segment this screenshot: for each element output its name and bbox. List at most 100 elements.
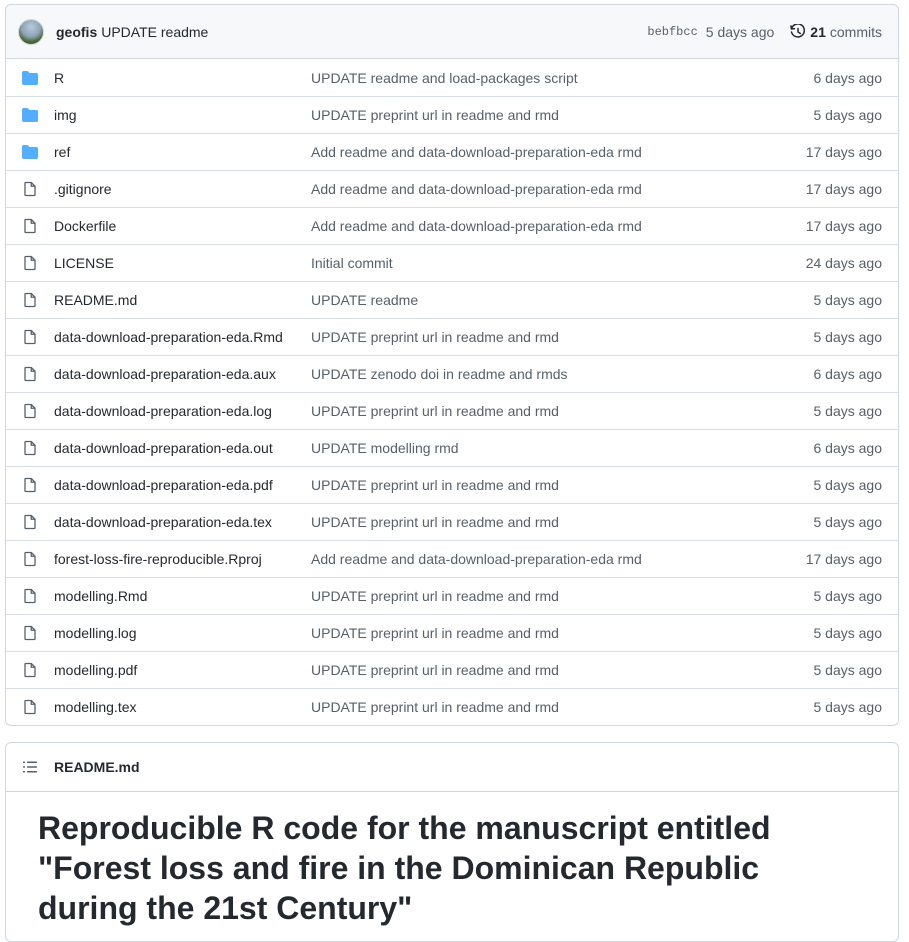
file-browser: geofis UPDATE readme bebfbcc 5 days ago … bbox=[5, 4, 899, 726]
file-icon bbox=[22, 181, 38, 197]
file-row[interactable]: modelling.Rmd UPDATE preprint url in read… bbox=[6, 577, 898, 614]
file-row[interactable]: modelling.tex UPDATE preprint url in read… bbox=[6, 688, 898, 725]
file-commit-message-link[interactable]: UPDATE preprint url in readme and rmd bbox=[311, 588, 814, 604]
file-row[interactable]: README.md UPDATE readme 5 days ago bbox=[6, 281, 898, 318]
file-icon bbox=[22, 218, 38, 234]
file-commit-message-link[interactable]: UPDATE readme bbox=[311, 292, 814, 308]
file-commit-age: 17 days ago bbox=[805, 144, 882, 160]
file-icon bbox=[22, 514, 38, 530]
file-name-link[interactable]: .gitignore bbox=[54, 181, 311, 197]
file-icon bbox=[22, 366, 38, 382]
file-icon bbox=[22, 699, 38, 715]
file-row[interactable]: data-download-preparation-eda.tex UPDATE … bbox=[6, 503, 898, 540]
commit-author[interactable]: geofis bbox=[56, 24, 97, 40]
file-commit-age: 17 days ago bbox=[805, 181, 882, 197]
file-icon bbox=[22, 440, 38, 456]
file-icon bbox=[22, 292, 38, 308]
file-commit-message-link[interactable]: UPDATE preprint url in readme and rmd bbox=[311, 329, 814, 345]
file-name-link[interactable]: modelling.log bbox=[54, 625, 311, 641]
file-commit-age: 6 days ago bbox=[813, 440, 883, 456]
file-commit-age: 5 days ago bbox=[813, 329, 883, 345]
file-row[interactable]: data-download-preparation-eda.aux UPDATE … bbox=[6, 355, 898, 392]
file-list: R UPDATE readme and load-packages script 6… bbox=[6, 59, 898, 725]
file-icon bbox=[22, 588, 38, 604]
file-commit-age: 6 days ago bbox=[813, 366, 883, 382]
file-name-link[interactable]: modelling.Rmd bbox=[54, 588, 311, 604]
file-name-link[interactable]: data-download-preparation-eda.log bbox=[54, 403, 311, 419]
file-name-link[interactable]: modelling.tex bbox=[54, 699, 311, 715]
file-commit-age: 5 days ago bbox=[813, 625, 883, 641]
commit-count-label: commits bbox=[829, 23, 882, 40]
history-icon bbox=[790, 23, 806, 38]
folder-icon bbox=[22, 144, 38, 160]
file-name-link[interactable]: ref bbox=[54, 144, 311, 160]
file-commit-message-link[interactable]: Add readme and data-download-preparation… bbox=[311, 144, 806, 160]
file-commit-age: 5 days ago bbox=[813, 514, 883, 530]
readme-header: README.md bbox=[6, 743, 898, 792]
file-row[interactable]: data-download-preparation-eda.pdf UPDATE … bbox=[6, 466, 898, 503]
file-commit-message-link[interactable]: Add readme and data-download-preparation… bbox=[311, 181, 806, 197]
readme-filename[interactable]: README.md bbox=[54, 759, 140, 775]
file-name-link[interactable]: Dockerfile bbox=[54, 218, 311, 234]
commit-history-link[interactable]: 21 commits bbox=[790, 23, 882, 40]
file-commit-age: 5 days ago bbox=[813, 477, 883, 493]
file-row[interactable]: ref Add readme and data-download-preparat… bbox=[6, 133, 898, 170]
readme-panel: README.md Reproducible R code for the ma… bbox=[5, 742, 899, 942]
file-row[interactable]: modelling.log UPDATE preprint url in read… bbox=[6, 614, 898, 651]
file-commit-message-link[interactable]: UPDATE preprint url in readme and rmd bbox=[311, 625, 814, 641]
file-commit-age: 17 days ago bbox=[805, 218, 882, 234]
file-commit-message-link[interactable]: UPDATE preprint url in readme and rmd bbox=[311, 699, 814, 715]
file-icon bbox=[22, 625, 38, 641]
file-commit-message-link[interactable]: UPDATE preprint url in readme and rmd bbox=[311, 662, 814, 678]
file-name-link[interactable]: data-download-preparation-eda.Rmd bbox=[54, 329, 311, 345]
file-icon bbox=[22, 403, 38, 419]
file-row[interactable]: R UPDATE readme and load-packages script 6… bbox=[6, 59, 898, 96]
file-commit-message-link[interactable]: Initial commit bbox=[311, 255, 806, 271]
file-row[interactable]: data-download-preparation-eda.Rmd UPDATE … bbox=[6, 318, 898, 355]
file-name-link[interactable]: data-download-preparation-eda.tex bbox=[54, 514, 311, 530]
file-commit-message-link[interactable]: UPDATE preprint url in readme and rmd bbox=[311, 477, 814, 493]
file-name-link[interactable]: modelling.pdf bbox=[54, 662, 311, 678]
file-commit-message-link[interactable]: UPDATE preprint url in readme and rmd bbox=[311, 403, 814, 419]
file-row[interactable]: modelling.pdf UPDATE preprint url in read… bbox=[6, 651, 898, 688]
file-icon bbox=[22, 255, 38, 271]
file-name-link[interactable]: R bbox=[54, 70, 311, 86]
file-name-link[interactable]: forest-loss-fire-reproducible.Rproj bbox=[54, 551, 311, 567]
file-commit-age: 5 days ago bbox=[813, 588, 883, 604]
file-row[interactable]: Dockerfile Add readme and data-download-p… bbox=[6, 207, 898, 244]
file-commit-message-link[interactable]: Add readme and data-download-preparation… bbox=[311, 551, 806, 567]
file-name-link[interactable]: LICENSE bbox=[54, 255, 311, 271]
commit-sha[interactable]: bebfbcc bbox=[647, 25, 697, 39]
commit-count: 21 bbox=[810, 23, 826, 40]
file-commit-age: 5 days ago bbox=[813, 403, 883, 419]
file-commit-age: 24 days ago bbox=[805, 255, 882, 271]
file-name-link[interactable]: data-download-preparation-eda.pdf bbox=[54, 477, 311, 493]
file-row[interactable]: forest-loss-fire-reproducible.Rproj Add r… bbox=[6, 540, 898, 577]
file-commit-message-link[interactable]: UPDATE zenodo doi in readme and rmds bbox=[311, 366, 814, 382]
file-commit-message-link[interactable]: UPDATE preprint url in readme and rmd bbox=[311, 514, 814, 530]
file-name-link[interactable]: data-download-preparation-eda.aux bbox=[54, 366, 311, 382]
latest-commit-bar: geofis UPDATE readme bebfbcc 5 days ago … bbox=[6, 5, 898, 59]
file-commit-age: 5 days ago bbox=[813, 292, 883, 308]
file-row[interactable]: LICENSE Initial commit 24 days ago bbox=[6, 244, 898, 281]
author-avatar[interactable] bbox=[18, 18, 44, 45]
file-commit-message-link[interactable]: UPDATE preprint url in readme and rmd bbox=[311, 107, 814, 123]
file-name-link[interactable]: README.md bbox=[54, 292, 311, 308]
file-row[interactable]: data-download-preparation-eda.out UPDATE … bbox=[6, 429, 898, 466]
file-commit-message-link[interactable]: UPDATE readme and load-packages script bbox=[311, 70, 814, 86]
file-commit-message-link[interactable]: Add readme and data-download-preparation… bbox=[311, 218, 806, 234]
list-icon[interactable] bbox=[22, 759, 38, 775]
file-icon bbox=[22, 329, 38, 345]
file-row[interactable]: .gitignore Add readme and data-download-p… bbox=[6, 170, 898, 207]
file-commit-message-link[interactable]: UPDATE modelling rmd bbox=[311, 440, 814, 456]
file-icon bbox=[22, 662, 38, 678]
file-name-link[interactable]: data-download-preparation-eda.out bbox=[54, 440, 311, 456]
file-row[interactable]: data-download-preparation-eda.log UPDATE … bbox=[6, 392, 898, 429]
file-name-link[interactable]: img bbox=[54, 107, 311, 123]
file-row[interactable]: img UPDATE preprint url in readme and rmd… bbox=[6, 96, 898, 133]
file-commit-age: 5 days ago bbox=[813, 699, 883, 715]
readme-title: Reproducible R code for the manuscript e… bbox=[38, 810, 771, 926]
commit-message[interactable]: UPDATE readme bbox=[101, 24, 208, 40]
commit-time: 5 days ago bbox=[705, 23, 775, 40]
folder-icon bbox=[22, 70, 38, 86]
